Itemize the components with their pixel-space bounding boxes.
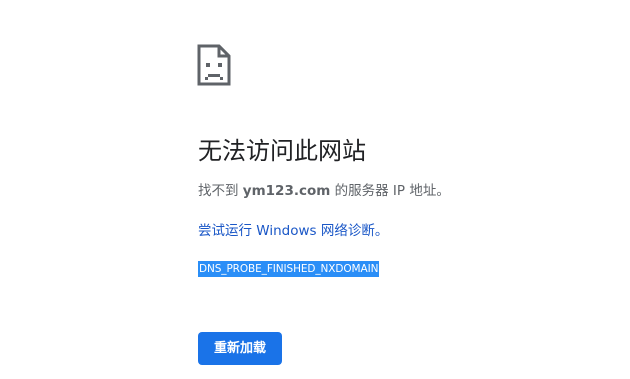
reload-button[interactable]: 重新加载 — [198, 332, 282, 365]
error-code: DNS_PROBE_FINISHED_NXDOMAIN — [198, 261, 380, 277]
error-host: ym123.com — [242, 183, 331, 199]
sad-page-icon — [197, 44, 231, 86]
error-page: 无法访问此网站 找不到 ym123.com 的服务器 IP 地址。 尝试运行 W… — [0, 0, 630, 379]
error-message: 找不到 ym123.com 的服务器 IP 地址。 — [198, 181, 450, 201]
error-title: 无法访问此网站 — [198, 137, 366, 165]
error-message-suffix: 的服务器 IP 地址。 — [330, 183, 450, 199]
error-message-prefix: 找不到 — [198, 183, 243, 199]
network-diagnostics-link[interactable]: 尝试运行 Windows 网络诊断。 — [198, 221, 388, 241]
